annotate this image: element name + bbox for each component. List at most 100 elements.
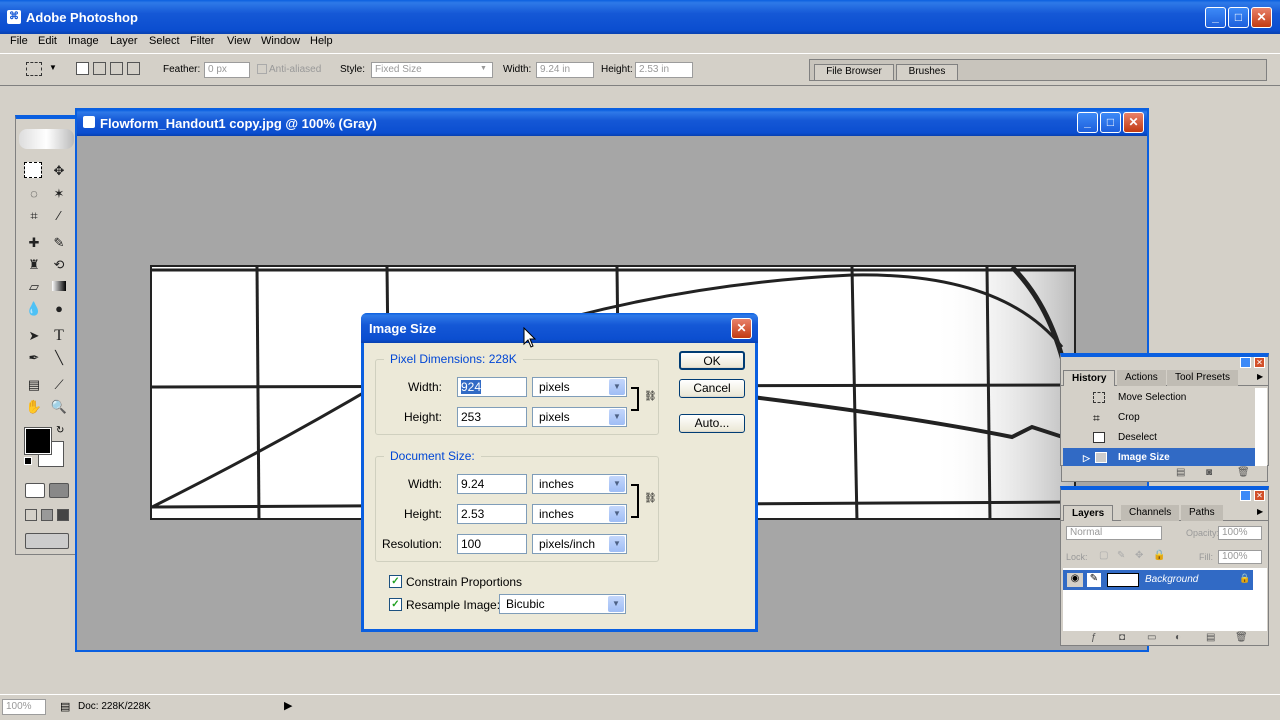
lock-transparency-icon[interactable]: ▢ bbox=[1099, 550, 1108, 561]
swap-colors-icon[interactable]: ↻ bbox=[56, 425, 64, 436]
eraser-tool-icon[interactable]: ▱ bbox=[24, 277, 44, 297]
dodge-tool-icon[interactable]: ● bbox=[49, 299, 69, 319]
blend-mode-select[interactable]: Normal bbox=[1066, 526, 1162, 540]
history-brush-icon[interactable]: ⟲ bbox=[49, 255, 69, 275]
lock-paint-icon[interactable]: ✎ bbox=[1117, 550, 1125, 561]
ok-button[interactable]: OK bbox=[679, 351, 745, 370]
history-item[interactable]: Deselect bbox=[1063, 428, 1255, 448]
lasso-tool-icon[interactable]: ◌ bbox=[24, 184, 44, 204]
menu-image[interactable]: Image bbox=[68, 35, 99, 47]
quickmask-mode-icon[interactable] bbox=[49, 483, 69, 498]
doc-width-input[interactable]: 9.24 bbox=[457, 474, 527, 494]
width-input[interactable]: 9.24 in bbox=[536, 62, 594, 78]
lock-move-icon[interactable]: ✥ bbox=[1135, 550, 1143, 561]
subtract-selection-icon[interactable] bbox=[110, 62, 123, 75]
move-tool-icon[interactable]: ✥ bbox=[49, 161, 69, 181]
resolution-input[interactable]: 100 bbox=[457, 534, 527, 554]
history-item[interactable]: Move Selection bbox=[1063, 388, 1255, 408]
tab-brushes[interactable]: Brushes bbox=[896, 64, 958, 80]
doc-minimize-button[interactable]: _ bbox=[1077, 112, 1098, 133]
add-selection-icon[interactable] bbox=[93, 62, 106, 75]
antialias-checkbox[interactable] bbox=[257, 64, 267, 74]
height-input[interactable]: 2.53 in bbox=[635, 62, 693, 78]
screen-mode-standard-icon[interactable] bbox=[25, 509, 37, 521]
doc-close-button[interactable]: ✕ bbox=[1123, 112, 1144, 133]
new-layer-icon[interactable]: ▤ bbox=[1206, 632, 1215, 643]
pen-tool-icon[interactable]: ✒ bbox=[24, 348, 44, 368]
tab-history[interactable]: History bbox=[1063, 370, 1116, 386]
menu-layer[interactable]: Layer bbox=[110, 35, 138, 47]
gradient-tool-icon[interactable] bbox=[49, 277, 69, 297]
history-item-selected[interactable]: ▷ Image Size bbox=[1063, 448, 1255, 468]
menu-edit[interactable]: Edit bbox=[38, 35, 57, 47]
palette-minimize-icon[interactable] bbox=[1240, 490, 1251, 501]
palette-close-icon[interactable]: ✕ bbox=[1254, 490, 1265, 501]
tab-tool-presets[interactable]: Tool Presets bbox=[1167, 370, 1239, 386]
foreground-color-swatch[interactable] bbox=[24, 427, 52, 455]
line-tool-icon[interactable]: ╲ bbox=[49, 348, 69, 368]
zoom-level-field[interactable]: 100% bbox=[2, 699, 46, 715]
brush-tool-icon[interactable]: ✎ bbox=[49, 233, 69, 253]
style-select[interactable]: Fixed Size bbox=[371, 62, 493, 78]
cancel-button[interactable]: Cancel bbox=[679, 379, 745, 398]
minimize-button[interactable]: _ bbox=[1205, 7, 1226, 28]
close-button[interactable]: ✕ bbox=[1251, 7, 1272, 28]
blur-tool-icon[interactable]: 💧 bbox=[24, 299, 44, 319]
tab-channels[interactable]: Channels bbox=[1121, 505, 1180, 521]
screen-mode-full-menu-icon[interactable] bbox=[41, 509, 53, 521]
healing-brush-icon[interactable]: ✚ bbox=[24, 233, 44, 253]
marquee-tool-preset-icon[interactable] bbox=[26, 62, 42, 76]
palette-menu-icon[interactable]: ▶ bbox=[1257, 507, 1263, 516]
lock-all-icon[interactable]: 🔒 bbox=[1153, 550, 1165, 561]
layer-mask-icon[interactable]: ◘ bbox=[1119, 632, 1125, 643]
tab-paths[interactable]: Paths bbox=[1181, 505, 1223, 521]
doc-height-unit-select[interactable]: inches ▼ bbox=[532, 504, 627, 524]
zoom-tool-icon[interactable]: 🔍 bbox=[49, 397, 69, 417]
eye-icon[interactable]: ◉ bbox=[1067, 573, 1083, 587]
standard-mode-icon[interactable] bbox=[25, 483, 45, 498]
trash-icon[interactable]: 🗑 bbox=[1235, 632, 1248, 643]
menu-select[interactable]: Select bbox=[149, 35, 180, 47]
snapshot-icon[interactable]: ◙ bbox=[1206, 467, 1212, 478]
feather-input[interactable]: 0 px bbox=[204, 62, 250, 78]
crop-tool-icon[interactable]: ⌗ bbox=[24, 206, 44, 226]
pixel-width-input[interactable]: 924 bbox=[457, 377, 527, 397]
adjustment-layer-icon[interactable]: ◐ bbox=[1175, 632, 1181, 643]
new-selection-icon[interactable] bbox=[76, 62, 89, 75]
pixel-width-unit-select[interactable]: pixels ▼ bbox=[532, 377, 627, 397]
dialog-close-button[interactable]: ✕ bbox=[731, 318, 752, 339]
menu-file[interactable]: File bbox=[10, 35, 28, 47]
path-selection-icon[interactable]: ➤ bbox=[24, 326, 44, 346]
palette-minimize-icon[interactable] bbox=[1240, 357, 1251, 368]
jump-to-imageready-icon[interactable] bbox=[25, 533, 69, 549]
maximize-button[interactable]: □ bbox=[1228, 7, 1249, 28]
default-colors-icon[interactable] bbox=[24, 457, 32, 465]
pixel-height-unit-select[interactable]: pixels ▼ bbox=[532, 407, 627, 427]
status-menu-arrow-icon[interactable]: ▶ bbox=[284, 699, 292, 712]
type-tool-icon[interactable]: T bbox=[49, 326, 69, 346]
resolution-unit-select[interactable]: pixels/inch ▼ bbox=[532, 534, 627, 554]
layer-row[interactable]: ◉ ✎ Background 🔒 bbox=[1063, 570, 1253, 590]
opacity-input[interactable]: 100% bbox=[1218, 526, 1262, 540]
slice-tool-icon[interactable]: ⁄ bbox=[49, 206, 69, 226]
doc-width-unit-select[interactable]: inches ▼ bbox=[532, 474, 627, 494]
tab-layers[interactable]: Layers bbox=[1063, 505, 1114, 521]
menu-view[interactable]: View bbox=[227, 35, 251, 47]
menu-window[interactable]: Window bbox=[261, 35, 300, 47]
new-group-icon[interactable]: ▭ bbox=[1147, 632, 1156, 643]
marquee-tool-icon[interactable] bbox=[24, 162, 42, 178]
chevron-down-icon[interactable]: ▼ bbox=[49, 63, 57, 72]
doc-maximize-button[interactable]: □ bbox=[1100, 112, 1121, 133]
menu-filter[interactable]: Filter bbox=[190, 35, 214, 47]
trash-icon[interactable]: 🗑 bbox=[1237, 467, 1250, 478]
notes-tool-icon[interactable]: ▤ bbox=[24, 375, 44, 395]
fill-input[interactable]: 100% bbox=[1218, 550, 1262, 564]
auto-button[interactable]: Auto... bbox=[679, 414, 745, 433]
resample-image-checkbox[interactable]: ✓ bbox=[389, 598, 402, 611]
doc-height-input[interactable]: 2.53 bbox=[457, 504, 527, 524]
history-item[interactable]: ⌗ Crop bbox=[1063, 408, 1255, 428]
pixel-height-input[interactable]: 253 bbox=[457, 407, 527, 427]
eyedropper-icon[interactable]: ⟋ bbox=[49, 375, 69, 395]
clone-stamp-icon[interactable]: ♜ bbox=[24, 255, 44, 275]
constrain-proportions-checkbox[interactable]: ✓ bbox=[389, 575, 402, 588]
